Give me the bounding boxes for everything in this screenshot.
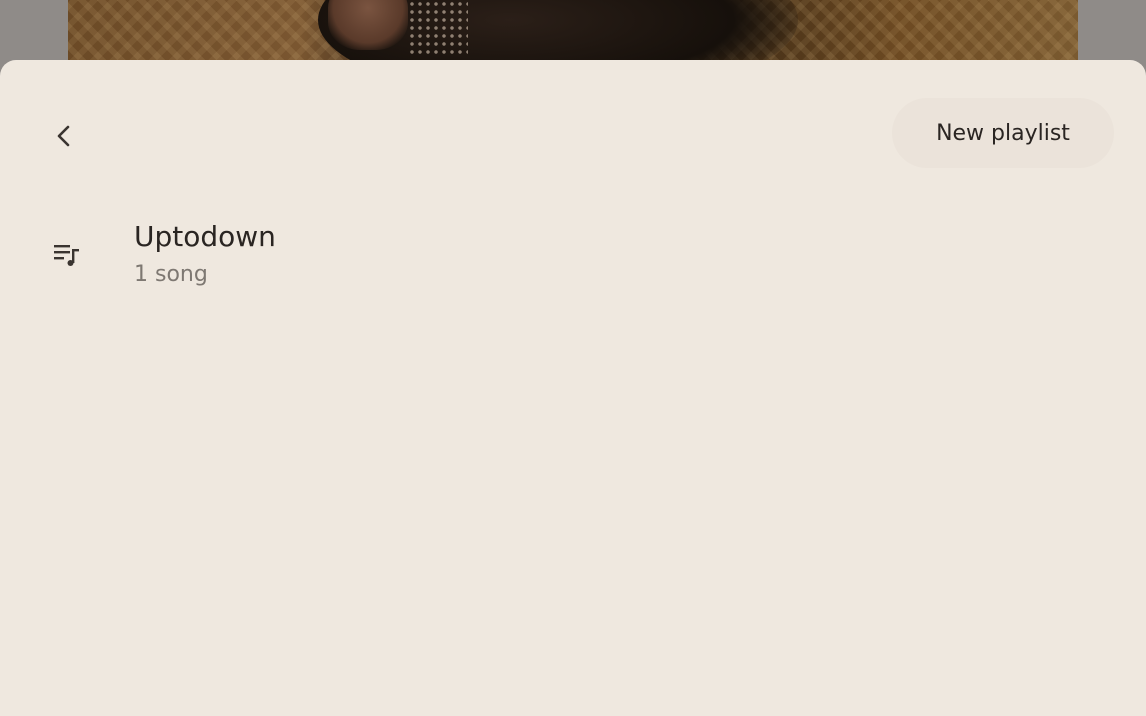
playlist-item[interactable]: Uptodown 1 song [40, 210, 1100, 300]
album-art-hand [328, 0, 408, 50]
add-to-playlist-sheet: New playlist Uptodown 1 song [0, 60, 1146, 716]
new-playlist-button[interactable]: New playlist [892, 98, 1114, 168]
chevron-left-icon [57, 125, 70, 147]
playlist-song-count: 1 song [134, 262, 208, 287]
back-button[interactable] [40, 112, 88, 160]
playlist-title: Uptodown [134, 220, 276, 253]
album-art-lace [408, 0, 468, 55]
playlist-music-icon [54, 245, 79, 266]
new-playlist-label: New playlist [936, 120, 1070, 146]
